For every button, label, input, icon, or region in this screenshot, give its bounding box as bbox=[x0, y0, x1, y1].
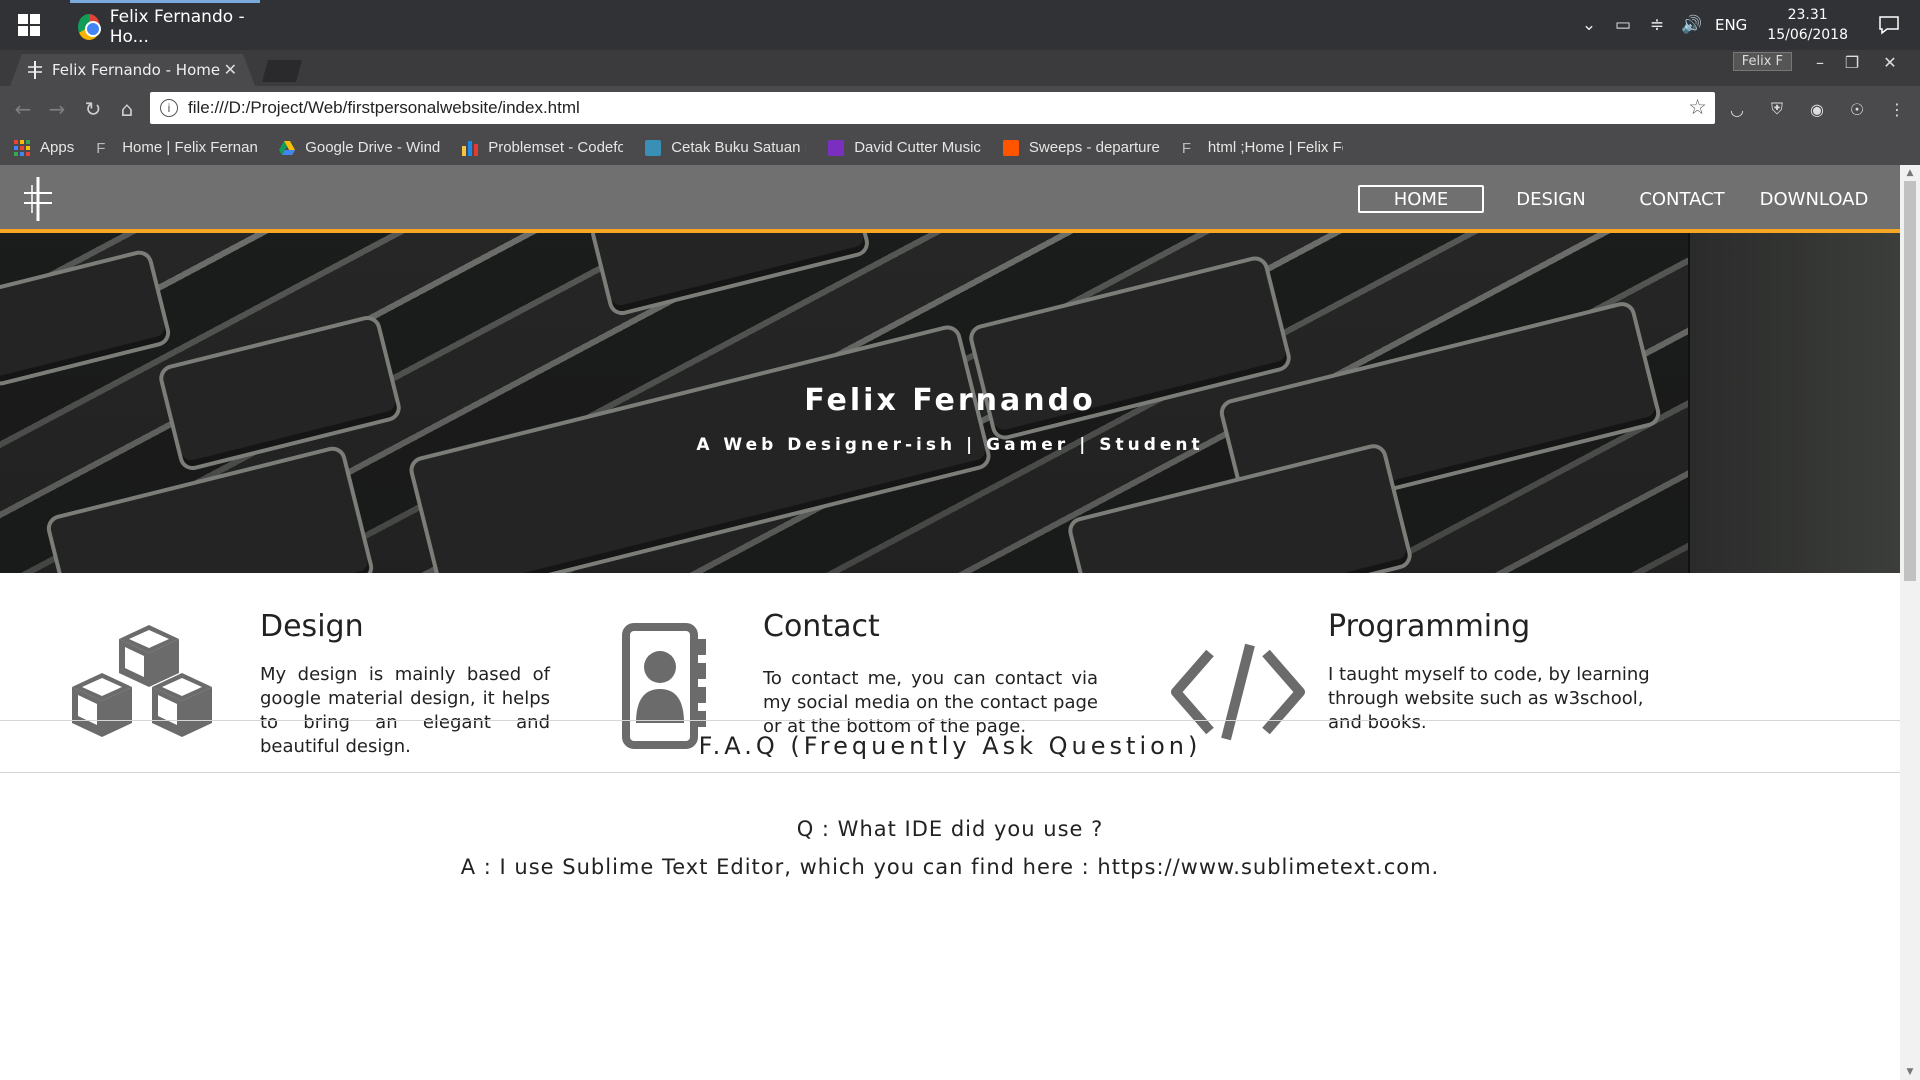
bookmark-label: Sweeps - departure bbox=[1028, 139, 1160, 156]
hero-title: Felix Fernando bbox=[804, 383, 1096, 418]
wifi-icon[interactable]: ≑ bbox=[1647, 15, 1667, 35]
extension-mask-icon[interactable]: ◉ bbox=[1806, 98, 1828, 120]
feature-title: Contact bbox=[763, 609, 880, 644]
faq-question: Q : What IDE did you use ? bbox=[796, 817, 1104, 841]
apps-grid-icon bbox=[14, 139, 30, 156]
f-logo-icon: F bbox=[1181, 139, 1191, 157]
bookmark-label: Cetak Buku Satuan | bbox=[671, 139, 807, 156]
browser-toolbar: ← → ↻ ⌂ i file:///D:/Project/Web/firstpe… bbox=[0, 86, 1920, 130]
bookmark-google-drive[interactable]: Google Drive - Windows bbox=[279, 139, 440, 156]
back-arrow-icon[interactable]: ← bbox=[10, 96, 36, 122]
chrome-icon bbox=[78, 13, 101, 40]
keyboard-key-image bbox=[48, 448, 372, 573]
nav-home[interactable]: HOME bbox=[1358, 185, 1484, 213]
nav-contact[interactable]: CONTACT bbox=[1630, 185, 1734, 213]
restore-icon[interactable]: ❐ bbox=[1838, 50, 1866, 74]
f-logo-icon: F bbox=[96, 139, 106, 157]
feature-text: I taught myself to code, by learning thr… bbox=[1328, 664, 1650, 733]
address-book-icon bbox=[622, 623, 706, 749]
code-icon bbox=[1171, 643, 1305, 741]
windows-taskbar: Felix Fernando - Ho... ⌄ ▭ ≑ 🔊 ENG 23.31… bbox=[0, 0, 1920, 50]
bookmark-label: Problemset - Codeforces bbox=[488, 139, 624, 156]
scroll-up-icon[interactable]: ▲ bbox=[1900, 165, 1920, 181]
bookmark-label: David Cutter Music bbox=[854, 139, 981, 156]
hero-subtitle: A Web Designer-ish | Gamer | Student bbox=[696, 435, 1204, 455]
reload-icon[interactable]: ↻ bbox=[80, 96, 106, 122]
tab-felix-fernando-home[interactable]: Felix Fernando - Home ✕ bbox=[10, 54, 255, 86]
tab-close-icon[interactable]: ✕ bbox=[224, 60, 237, 79]
codeforces-icon bbox=[462, 140, 479, 156]
feature-title: Design bbox=[260, 609, 364, 644]
system-tray: ⌄ ▭ ≑ 🔊 ENG 23.31 15/06/2018 bbox=[1579, 0, 1920, 50]
page-scrollbar[interactable]: ▲ ▼ bbox=[1900, 165, 1920, 1080]
bookmarks-bar: Apps F Home | Felix Fernando Google Driv… bbox=[0, 130, 1920, 165]
new-tab-button[interactable] bbox=[262, 60, 302, 82]
action-center-icon[interactable] bbox=[1876, 12, 1902, 38]
site-favicon-icon bbox=[28, 61, 42, 79]
tab-strip: Felix Fernando - Home ✕ Felix F – ❐ ✕ bbox=[0, 50, 1920, 86]
scroll-thumb[interactable] bbox=[1904, 181, 1916, 581]
clock-date: 15/06/2018 bbox=[1767, 27, 1848, 43]
site-navbar: HOME DESIGN CONTACT DOWNLOAD bbox=[0, 165, 1900, 233]
extension-chat-icon[interactable]: ☉ bbox=[1846, 98, 1868, 120]
google-drive-icon bbox=[279, 140, 296, 155]
url-text: file:///D:/Project/Web/firstpersonalwebs… bbox=[188, 98, 580, 117]
faq-title: F.A.Q (Frequently Ask Question) bbox=[698, 732, 1202, 760]
page-viewport: HOME DESIGN CONTACT DOWNLOAD Felix Ferna… bbox=[0, 165, 1900, 1080]
windows-logo-icon bbox=[18, 14, 40, 36]
section-divider bbox=[0, 720, 1900, 721]
feature-title: Programming bbox=[1328, 609, 1531, 644]
bookmark-cetak-buku[interactable]: Cetak Buku Satuan | bbox=[645, 139, 806, 156]
bookmark-codeforces[interactable]: Problemset - Codeforces bbox=[462, 139, 623, 156]
close-window-icon[interactable]: ✕ bbox=[1876, 50, 1904, 74]
minimize-icon[interactable]: – bbox=[1806, 50, 1834, 74]
browser-window: Felix Fernando - Home ✕ Felix F – ❐ ✕ ← … bbox=[0, 50, 1920, 165]
volume-icon[interactable]: 🔊 bbox=[1681, 15, 1702, 35]
bookmark-david-cutter[interactable]: David Cutter Music bbox=[828, 139, 981, 156]
scroll-down-icon[interactable]: ▼ bbox=[1900, 1064, 1920, 1080]
bookmark-label: Home | Felix Fernando bbox=[122, 139, 258, 156]
bookmark-home-felix[interactable]: F Home | Felix Fernando bbox=[96, 139, 258, 157]
chrome-menu-icon[interactable]: ⋮ bbox=[1886, 98, 1908, 120]
nav-design[interactable]: DESIGN bbox=[1505, 185, 1597, 213]
taskbar-chrome-app[interactable]: Felix Fernando - Ho... bbox=[70, 0, 260, 50]
system-clock[interactable]: 23.31 15/06/2018 bbox=[1767, 5, 1848, 45]
soundcloud-icon bbox=[1002, 139, 1019, 156]
bookmark-html-home[interactable]: F html ;Home | Felix Fernando bbox=[1181, 139, 1343, 157]
language-indicator[interactable]: ENG bbox=[1715, 16, 1747, 34]
bookmark-label: Google Drive - Windows bbox=[305, 139, 441, 156]
taskbar-app-title: Felix Fernando - Ho... bbox=[109, 6, 245, 47]
chevron-up-icon[interactable]: ⌄ bbox=[1579, 15, 1599, 35]
address-bar[interactable]: i file:///D:/Project/Web/firstpersonalwe… bbox=[150, 92, 1715, 124]
extension-shield-icon[interactable]: ⛨ bbox=[1766, 98, 1788, 120]
forward-arrow-icon[interactable]: → bbox=[44, 96, 70, 122]
tab-title: Felix Fernando - Home bbox=[52, 61, 221, 79]
section-divider bbox=[0, 772, 1900, 773]
bookmark-label: Apps bbox=[40, 139, 75, 156]
nav-download[interactable]: DOWNLOAD bbox=[1752, 185, 1876, 213]
extension-cup-icon[interactable]: ◡ bbox=[1726, 98, 1748, 120]
battery-icon[interactable]: ▭ bbox=[1613, 15, 1633, 35]
bookmark-apps[interactable]: Apps bbox=[14, 139, 74, 156]
hero-banner: Felix Fernando A Web Designer-ish | Game… bbox=[0, 233, 1900, 573]
home-icon[interactable]: ⌂ bbox=[114, 96, 140, 122]
bookmark-label: html ;Home | Felix Fernando bbox=[1207, 139, 1343, 156]
faq-answer: A : I use Sublime Text Editor, which you… bbox=[460, 855, 1440, 879]
bookmark-sweeps[interactable]: Sweeps - departure bbox=[1002, 139, 1160, 156]
book-icon bbox=[645, 139, 662, 156]
music-icon bbox=[828, 139, 845, 156]
bookmark-star-icon[interactable]: ☆ bbox=[1688, 95, 1707, 120]
keyboard-key-image bbox=[592, 233, 868, 314]
profile-button[interactable]: Felix F bbox=[1732, 52, 1792, 71]
windows-start-button[interactable] bbox=[0, 0, 58, 50]
info-icon[interactable]: i bbox=[160, 99, 178, 117]
feature-text: To contact me, you can contact via my so… bbox=[763, 668, 1098, 737]
clock-time: 23.31 bbox=[1787, 7, 1828, 23]
site-logo-icon[interactable] bbox=[20, 175, 56, 223]
keyboard-key-image bbox=[0, 252, 169, 384]
